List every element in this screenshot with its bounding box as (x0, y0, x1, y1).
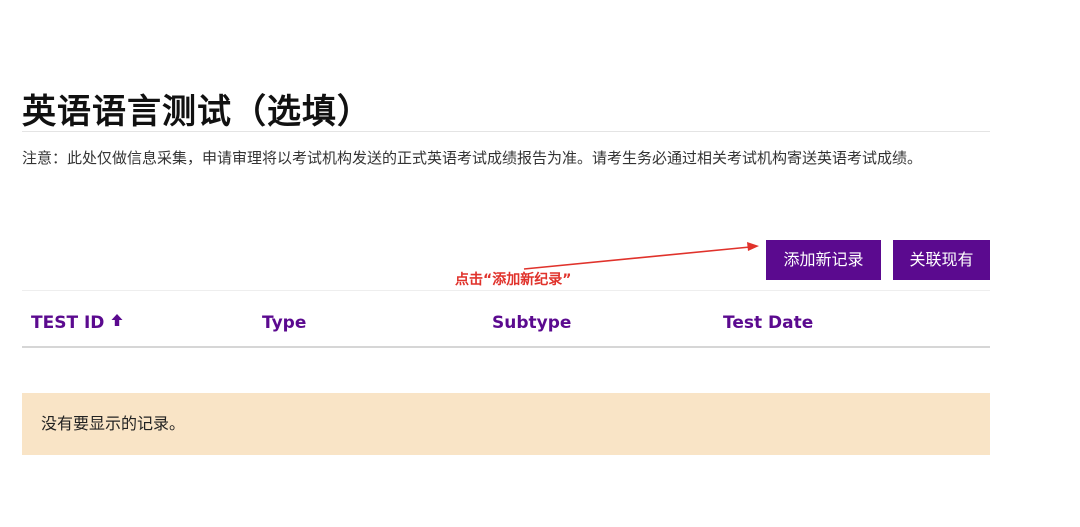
arrow-up-icon (110, 311, 124, 333)
add-new-record-button[interactable]: 添加新记录 (766, 240, 881, 280)
notice-text: 注意：此处仅做信息采集，申请审理将以考试机构发送的正式英语考试成绩报告为准。请考… (22, 149, 923, 167)
column-header-label: TEST ID (31, 313, 105, 333)
empty-state-box: 没有要显示的记录。 (22, 393, 990, 455)
column-header-subtype[interactable]: Subtype (492, 312, 571, 334)
column-header-test-date[interactable]: Test Date (723, 312, 813, 334)
table-header: TEST ID Type Subtype Test Date (22, 300, 990, 348)
page-title: 英语语言测试（选填） (22, 92, 372, 132)
column-header-test-id[interactable]: TEST ID (31, 312, 124, 334)
table-top-divider (22, 290, 990, 291)
link-existing-button[interactable]: 关联现有 (893, 240, 990, 280)
empty-state-message: 没有要显示的记录。 (41, 414, 186, 433)
annotation-label: 点击“添加新纪录” (455, 272, 572, 288)
title-divider (22, 131, 990, 132)
column-header-type[interactable]: Type (262, 312, 306, 334)
